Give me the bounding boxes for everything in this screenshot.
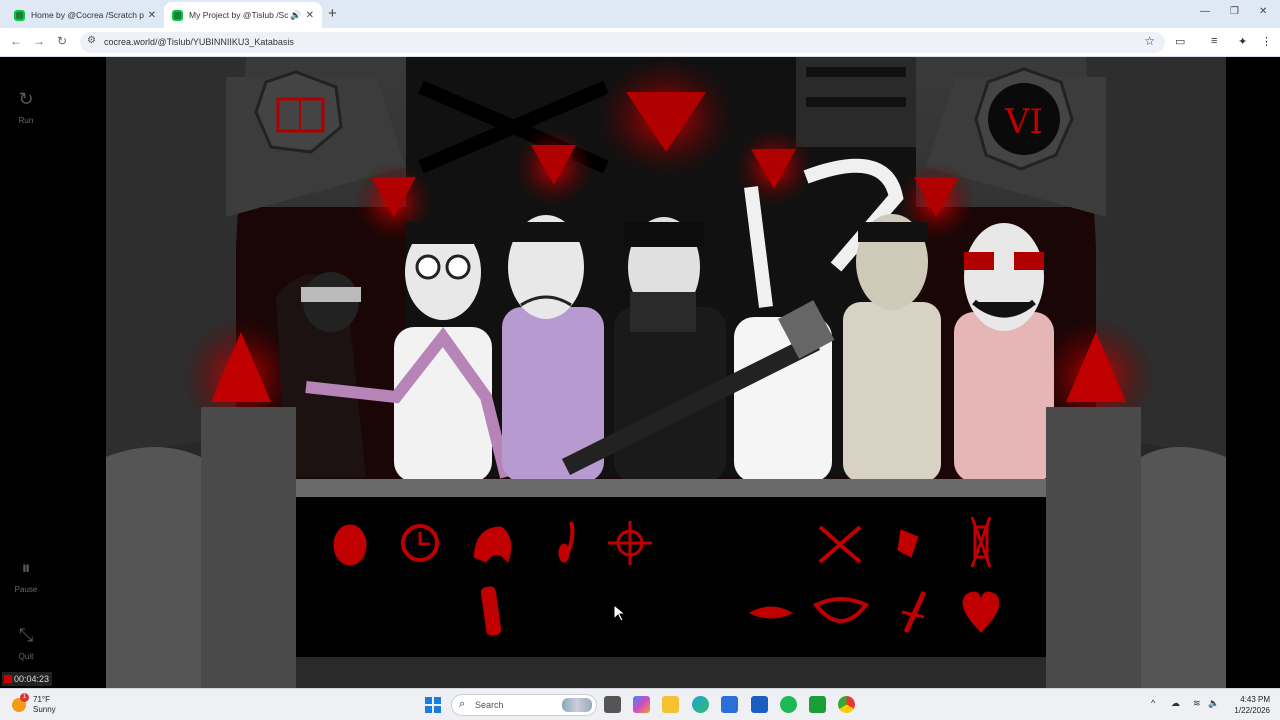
page-area: ↻ Run ⏸ Pause ⤡ Quit VI bbox=[0, 57, 1280, 688]
speaker-icon[interactable]: 🔊 bbox=[290, 10, 301, 21]
spotify-icon[interactable] bbox=[780, 696, 797, 713]
tray-overflow-icon[interactable]: ^ bbox=[1151, 698, 1155, 708]
wifi-icon[interactable]: ≋ bbox=[1193, 698, 1201, 709]
windows-start-icon[interactable] bbox=[425, 697, 441, 713]
heart-sound-icon[interactable] bbox=[333, 524, 367, 566]
url-field[interactable]: ⚙ cocrea.world/@Tislub/YUBINNIIKU3_Katab… bbox=[80, 32, 1165, 53]
character-5[interactable] bbox=[843, 214, 941, 482]
minimize-icon[interactable]: — bbox=[1200, 6, 1210, 17]
forward-icon[interactable]: → bbox=[33, 34, 45, 48]
refresh-icon: ↻ bbox=[18, 89, 34, 109]
quit-label: Quit bbox=[18, 652, 34, 661]
recording-timer: 00:04:23 bbox=[2, 672, 52, 686]
level-numeral: VI bbox=[1004, 102, 1043, 142]
copilot-icon[interactable] bbox=[633, 696, 650, 713]
search-highlight-image bbox=[562, 698, 592, 712]
run-button[interactable]: ↻ Run bbox=[0, 89, 52, 128]
cocrea-favicon-icon bbox=[172, 9, 183, 21]
run-label: Run bbox=[18, 116, 34, 125]
cloud-icon[interactable]: ☁ bbox=[1171, 698, 1180, 709]
weather-temp: 71°F bbox=[33, 695, 50, 704]
notification-badge: 1 bbox=[20, 693, 29, 702]
close-window-icon[interactable]: ✕ bbox=[1259, 6, 1267, 17]
cast-icon[interactable]: ▭ bbox=[1175, 35, 1185, 48]
weather-desc: Sunny bbox=[33, 705, 56, 714]
address-bar-row: ← → ↻ ⚙ cocrea.world/@Tislub/YUBINNIIKU3… bbox=[0, 28, 1280, 57]
file-explorer-icon[interactable] bbox=[662, 696, 679, 713]
tab-my-project[interactable]: My Project by @Tislub /Scra 🔊 ✕ bbox=[164, 2, 322, 28]
game-stage[interactable]: VI bbox=[106, 57, 1226, 688]
new-tab-button[interactable]: + bbox=[328, 5, 337, 22]
store-icon[interactable] bbox=[721, 696, 738, 713]
pause-icon: ⏸ bbox=[21, 558, 31, 578]
tab-title: My Project by @Tislub /Scra bbox=[189, 10, 289, 20]
volume-icon[interactable]: 🔈 bbox=[1208, 698, 1219, 709]
url-text: cocrea.world/@Tislub/YUBINNIIKU3_Katabas… bbox=[104, 37, 294, 47]
tab-title: Home by @Cocrea /Scratch pro bbox=[31, 10, 144, 20]
menu-icon[interactable]: ⋮ bbox=[1261, 35, 1272, 48]
task-view-icon[interactable] bbox=[604, 696, 621, 713]
character-6[interactable] bbox=[954, 223, 1054, 482]
site-info-icon[interactable]: ⚙ bbox=[87, 35, 96, 46]
facetime-icon[interactable] bbox=[809, 696, 826, 713]
chrome-icon[interactable] bbox=[838, 696, 855, 713]
back-icon[interactable]: ← bbox=[10, 34, 22, 48]
restore-icon[interactable]: ❐ bbox=[1230, 6, 1239, 17]
tab-home[interactable]: Home by @Cocrea /Scratch pro ✕ bbox=[6, 2, 164, 28]
taskbar: 1 71°F Sunny ⌕ Search ^ ☁ ≋ 🔈 4:43 PM 1/… bbox=[0, 688, 1280, 720]
reload-icon[interactable]: ↻ bbox=[57, 34, 67, 48]
clock-date: 1/22/2026 bbox=[1234, 706, 1270, 715]
outlook-icon[interactable] bbox=[751, 696, 768, 713]
search-icon: ⌕ bbox=[459, 698, 466, 710]
close-tab-icon[interactable]: ✕ bbox=[306, 10, 314, 21]
close-tab-icon[interactable]: ✕ bbox=[148, 10, 156, 21]
taskbar-search[interactable]: ⌕ Search bbox=[451, 694, 597, 716]
search-placeholder: Search bbox=[475, 700, 504, 710]
quit-button[interactable]: ⤡ Quit bbox=[0, 625, 52, 664]
pause-button[interactable]: ⏸ Pause bbox=[0, 558, 52, 597]
cocrea-favicon-icon bbox=[14, 9, 25, 21]
clock-time: 4:43 PM bbox=[1240, 695, 1270, 704]
collapse-icon: ⤡ bbox=[18, 625, 34, 645]
pause-label: Pause bbox=[14, 585, 38, 594]
system-clock[interactable]: 4:43 PM 1/22/2026 bbox=[1226, 694, 1270, 716]
edge-icon[interactable] bbox=[692, 696, 709, 713]
tab-bar: Home by @Cocrea /Scratch pro ✕ My Projec… bbox=[0, 0, 1280, 28]
extensions-icon[interactable]: ✦ bbox=[1238, 35, 1247, 48]
bookmark-star-icon[interactable]: ☆ bbox=[1144, 34, 1155, 48]
media-control-icon[interactable]: ≡ bbox=[1211, 35, 1217, 47]
